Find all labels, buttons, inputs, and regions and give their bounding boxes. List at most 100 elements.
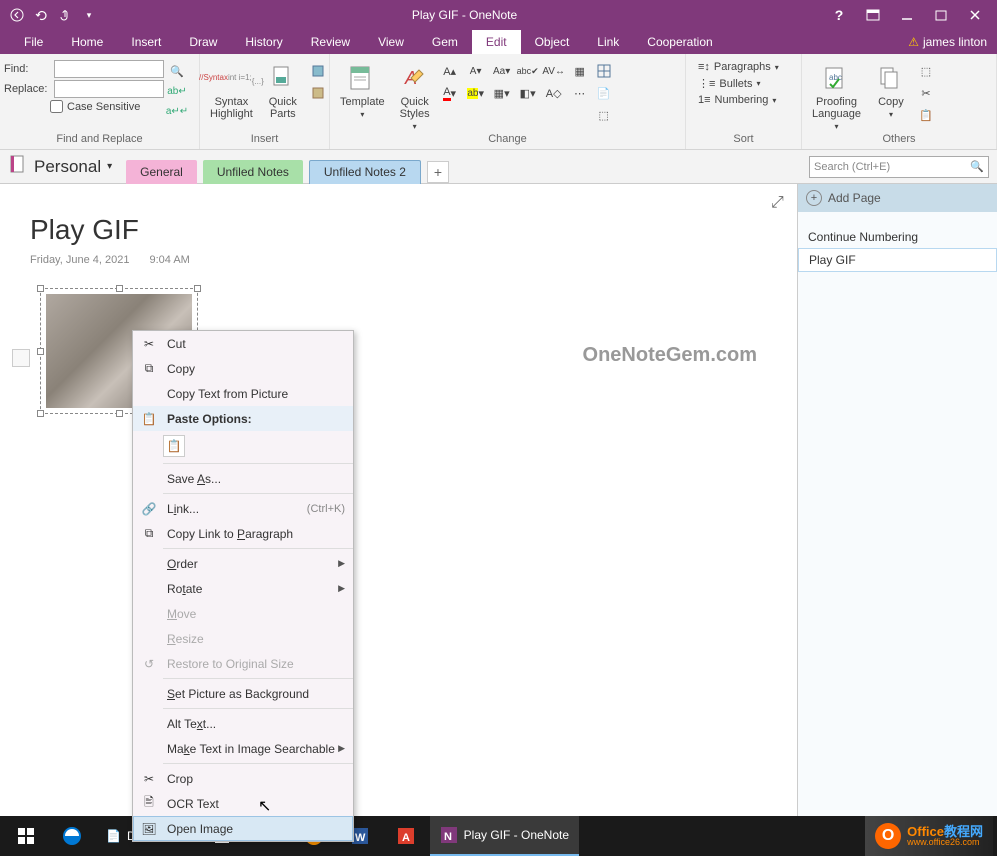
pages-pane: + Add Page Continue Numbering Play GIF <box>797 184 997 816</box>
ctx-copy[interactable]: ⧉Copy <box>133 356 353 381</box>
section-tab-general[interactable]: General <box>126 160 197 184</box>
ctx-alt-text[interactable]: Alt Text... <box>133 711 353 736</box>
touch-mode-icon[interactable] <box>56 6 74 24</box>
plus-icon: + <box>806 190 822 206</box>
case-sensitive-checkbox[interactable] <box>50 100 63 113</box>
replace-one-icon[interactable]: ab↵ <box>168 82 186 100</box>
page-color-icon[interactable]: 📄 <box>595 84 613 102</box>
quick-styles-button[interactable]: A Quick Styles▾ <box>393 60 437 133</box>
undo-icon[interactable] <box>32 6 50 24</box>
tab-review[interactable]: Review <box>297 30 364 54</box>
tab-draw[interactable]: Draw <box>175 30 231 54</box>
ctx-copy-link-paragraph[interactable]: ⧉Copy Link to Paragraph <box>133 521 353 546</box>
user-account[interactable]: ⚠ james linton <box>908 30 997 54</box>
ctx-order[interactable]: Order▶ <box>133 551 353 576</box>
insert-misc-1[interactable] <box>309 62 327 80</box>
add-page-button[interactable]: + Add Page <box>798 184 997 212</box>
ctx-save-as[interactable]: Save As... <box>133 466 353 491</box>
ctx-link[interactable]: 🔗Link...(Ctrl+K) <box>133 496 353 521</box>
svg-text:A: A <box>402 832 410 844</box>
insert-misc-2[interactable] <box>309 84 327 102</box>
maximize-icon[interactable] <box>933 7 949 23</box>
notebook-selector[interactable]: Personal ▾ <box>8 154 120 179</box>
ctx-searchable[interactable]: Make Text in Image Searchable▶ <box>133 736 353 761</box>
open-image-icon: 🖼 <box>137 819 161 839</box>
page-canvas[interactable]: ⤢ Play GIF Friday, June 4, 20219:04 AM O… <box>0 184 797 816</box>
find-label: Find: <box>4 63 50 75</box>
ctx-rotate[interactable]: Rotate▶ <box>133 576 353 601</box>
tab-home[interactable]: Home <box>57 30 117 54</box>
ctx-crop[interactable]: ✂Crop <box>133 766 353 791</box>
others-misc-2[interactable]: ✂ <box>917 84 935 102</box>
bullets-button[interactable]: ⋮≡Bullets ▾ <box>694 76 783 91</box>
back-icon[interactable] <box>8 6 26 24</box>
table-icon[interactable] <box>595 62 613 80</box>
ctx-cut[interactable]: ✂Cut <box>133 331 353 356</box>
quick-parts-button[interactable]: Quick Parts <box>261 60 305 122</box>
misc-icon-2[interactable]: ⋯ <box>571 84 589 102</box>
minimize-icon[interactable] <box>899 7 915 23</box>
syntax-highlight-button[interactable]: //Syntax int i=1; {...} Syntax Highlight <box>204 60 259 122</box>
ribbon-display-icon[interactable] <box>865 7 881 23</box>
tab-cooperation[interactable]: Cooperation <box>633 30 726 54</box>
highlight-icon[interactable]: ab▾ <box>467 84 485 102</box>
add-section-button[interactable]: + <box>427 161 449 183</box>
decrease-font-icon[interactable]: A▾ <box>467 62 485 80</box>
note-container-icon[interactable] <box>12 349 30 367</box>
paragraphs-button[interactable]: ≡↕Paragraphs ▾ <box>694 60 783 74</box>
misc-icon-1[interactable]: ▦ <box>571 62 589 80</box>
page-item[interactable]: Play GIF <box>798 248 997 272</box>
section-tab-unfiled[interactable]: Unfiled Notes <box>203 160 303 184</box>
tab-edit[interactable]: Edit <box>472 30 521 54</box>
replace-all-icon[interactable]: a↵↵ <box>168 102 186 120</box>
paste-option-icon[interactable]: 📋 <box>163 435 185 457</box>
proofing-language-button[interactable]: abc Proofing Language▾ <box>806 60 867 133</box>
shading-icon[interactable]: ◧▾ <box>519 84 537 102</box>
find-next-icon[interactable]: 🔍 <box>168 62 186 80</box>
tab-insert[interactable]: Insert <box>117 30 175 54</box>
help-icon[interactable]: ? <box>831 7 847 23</box>
page-date: Friday, June 4, 20219:04 AM <box>30 254 767 266</box>
misc-icon-3[interactable]: ⬚ <box>595 106 613 124</box>
ctx-copy-text[interactable]: Copy Text from Picture <box>133 381 353 406</box>
close-icon[interactable] <box>967 7 983 23</box>
cut-icon: ✂ <box>137 334 161 354</box>
copy-button[interactable]: Copy▾ <box>869 60 913 121</box>
increase-font-icon[interactable]: A▴ <box>441 62 459 80</box>
spelling-icon[interactable]: abc✔ <box>519 62 537 80</box>
tab-view[interactable]: View <box>364 30 418 54</box>
taskbar-onenote[interactable]: NPlay GIF - OneNote <box>430 816 579 856</box>
change-case-icon[interactable]: Aa▾ <box>493 62 511 80</box>
quick-parts-icon <box>267 62 299 94</box>
tab-history[interactable]: History <box>231 30 296 54</box>
font-color-icon[interactable]: A▾ <box>441 84 459 102</box>
page-item[interactable]: Continue Numbering <box>798 226 997 248</box>
ctx-ocr[interactable]: 🖹OCR Text <box>133 791 353 816</box>
replace-input[interactable] <box>54 80 164 98</box>
borders-icon[interactable]: ▦▾ <box>493 84 511 102</box>
fullscreen-icon[interactable]: ⤢ <box>771 194 787 210</box>
numbering-button[interactable]: 1≡Numbering ▾ <box>694 93 783 107</box>
tab-link[interactable]: Link <box>583 30 633 54</box>
section-tab-unfiled2[interactable]: Unfiled Notes 2 <box>309 160 421 184</box>
start-button[interactable] <box>4 816 48 856</box>
tab-file[interactable]: File <box>10 30 57 54</box>
others-misc-1[interactable]: ⬚ <box>917 62 935 80</box>
search-input[interactable]: Search (Ctrl+E) 🔍 <box>809 156 989 178</box>
tab-gem[interactable]: Gem <box>418 30 472 54</box>
ctx-set-background[interactable]: Set Picture as Background <box>133 681 353 706</box>
others-misc-3[interactable]: 📋 <box>917 106 935 124</box>
find-input[interactable] <box>54 60 164 78</box>
window-title: Play GIF - OneNote <box>98 8 831 22</box>
group-change: Change <box>334 133 681 147</box>
ctx-open-image[interactable]: 🖼Open Image <box>133 816 353 841</box>
tab-object[interactable]: Object <box>521 30 584 54</box>
page-title[interactable]: Play GIF <box>30 214 767 246</box>
replace-label: Replace: <box>4 83 50 95</box>
clear-format-icon[interactable]: A◇ <box>545 84 563 102</box>
template-button[interactable]: Template▾ <box>334 60 391 121</box>
taskbar-acrobat[interactable]: A <box>384 816 428 856</box>
qat-dropdown-icon[interactable]: ▾ <box>80 6 98 24</box>
character-spacing-icon[interactable]: AV↔ <box>545 62 563 80</box>
taskbar-edge[interactable] <box>50 816 94 856</box>
